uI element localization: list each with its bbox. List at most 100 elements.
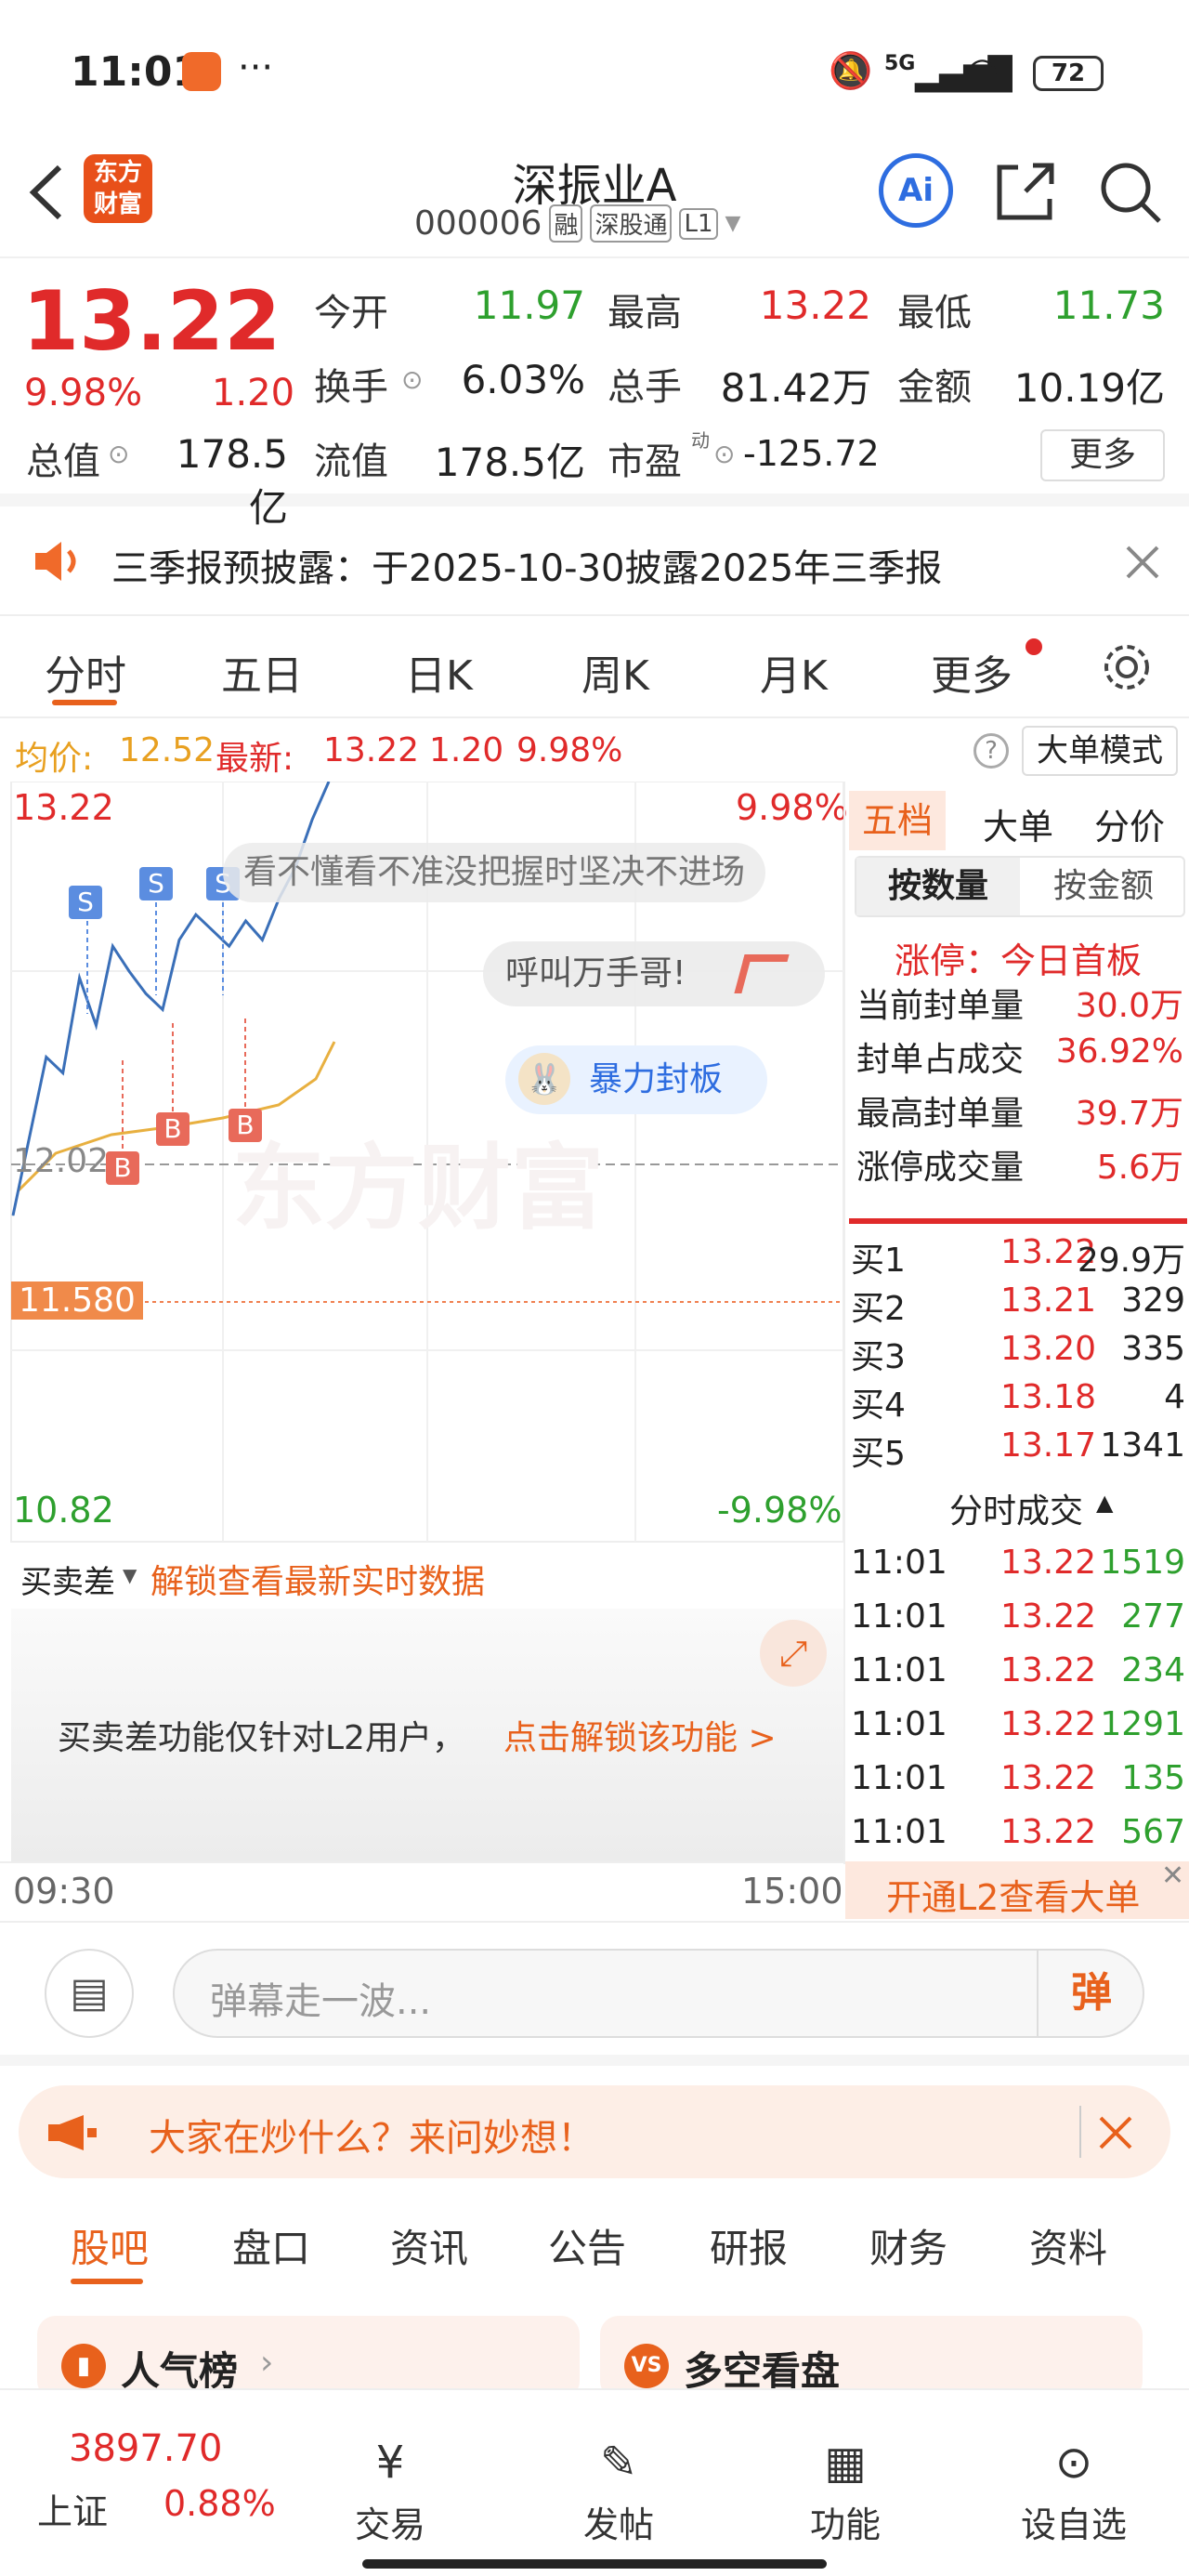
tab-price-distribution[interactable]: 分价 (1094, 798, 1165, 849)
battery-icon: 72 (1033, 56, 1104, 91)
tick-price: 13.22 (1000, 1813, 1096, 1851)
toggle-by-amount[interactable]: 按金额 (1022, 858, 1185, 915)
unlock-realtime-link[interactable]: 解锁查看最新实时数据 (150, 1555, 485, 1603)
tab-daily-k[interactable]: 日K (405, 642, 473, 702)
tick-price: 13.22 (1000, 1705, 1096, 1743)
index-value[interactable]: 3897.70 (69, 2427, 222, 2470)
l2-promo-bar[interactable]: 开通L2查看大单 ✕ (845, 1860, 1189, 1919)
nav-functions[interactable]: ▦ 功能 (799, 2437, 892, 2547)
top-percent-label: 9.98% (736, 787, 848, 828)
info-dot-icon-2[interactable]: ⊙ (108, 439, 129, 469)
close-promo-icon[interactable]: ✕ (1161, 1860, 1184, 1892)
buy-marker[interactable]: B (229, 1109, 262, 1142)
caret-up-icon[interactable]: ▲ (1096, 1490, 1113, 1516)
tick-row: 11:01 13.22 277 (845, 1597, 1189, 1646)
community-tabs: 股吧 盘口 资讯 公告 研报 财务 资料 (0, 2197, 1189, 2290)
danmu-settings-icon[interactable]: ▤ (45, 1949, 134, 2038)
subtab-2[interactable]: 资讯 (390, 2217, 468, 2274)
tab-big-orders[interactable]: 大单 (983, 798, 1053, 849)
subtab-0[interactable]: 股吧 (71, 2217, 149, 2274)
index-name[interactable]: 上证 (37, 2483, 108, 2534)
stat-label: 封单占成交 (856, 1041, 1025, 1079)
long-short-card[interactable]: VS 多空看盘 (600, 2316, 1143, 2399)
last-percent: 9.98% (516, 731, 623, 769)
danmu-send-button[interactable]: 弹 (1037, 1951, 1144, 2036)
close-icon[interactable] (1124, 544, 1161, 581)
danmu-input[interactable]: 弹幕走一波... 弹 (173, 1949, 1144, 2038)
expand-icon[interactable]: ⤢ (760, 1620, 827, 1687)
chart-bar-icon: ▮ (61, 2344, 106, 2388)
nav-post[interactable]: ✎ 发帖 (572, 2437, 665, 2547)
info-dot-icon[interactable]: ⊙ (401, 364, 423, 395)
share-icon[interactable] (990, 156, 1061, 227)
top-price-label: 13.22 (13, 787, 114, 828)
bid-volume: 329 (1121, 1281, 1185, 1320)
speaker-icon (35, 542, 76, 581)
tag-connect: 深股通 (590, 204, 673, 243)
bid-row[interactable]: 买1 13.22 29.9万 (845, 1233, 1189, 1281)
ask-miaoxiang-bar[interactable]: 大家在炒什么？来问妙想！ (19, 2085, 1170, 2178)
sell-marker[interactable]: S (69, 886, 102, 919)
nav-functions-label: 功能 (809, 2504, 881, 2545)
buy-marker[interactable]: B (156, 1112, 189, 1146)
popularity-card[interactable]: ▮ 人气榜 › (37, 2316, 580, 2399)
price-point (245, 920, 247, 922)
info-dot-icon-3[interactable]: ⊙ (713, 439, 735, 469)
brand-line2: 财富 (93, 191, 142, 218)
search-icon[interactable] (1094, 156, 1165, 227)
sell-marker[interactable]: S (139, 867, 173, 900)
unlock-feature-link[interactable]: 点击解锁该功能 > (503, 1711, 777, 1759)
help-icon[interactable]: ? (973, 733, 1009, 769)
tab-monthly-k[interactable]: 月K (760, 642, 828, 702)
nav-trade[interactable]: ¥ 交易 (344, 2437, 437, 2547)
intraday-chart[interactable]: 13.22 9.98% 12.02 11.580 10.82 -9.98% 东方… (0, 782, 848, 1544)
ai-assistant-icon[interactable]: Ai (879, 153, 953, 228)
tip-bubble[interactable]: 看不懂看不准没把握时坚决不进场 (223, 843, 766, 902)
subtab-4[interactable]: 研报 (710, 2217, 788, 2274)
subtab-3[interactable]: 公告 (548, 2217, 626, 2274)
bid-row[interactable]: 买5 13.17 1341 (845, 1426, 1189, 1475)
tick-price: 13.22 (1000, 1651, 1096, 1689)
nav-add-watchlist[interactable]: ⊙ 设自选 (1009, 2437, 1139, 2547)
price-point (79, 977, 81, 979)
spread-dropdown-icon[interactable]: ▼ (123, 1564, 137, 1586)
more-button[interactable]: 更多 (1040, 429, 1165, 481)
caret-down-icon[interactable]: ▼ (725, 212, 741, 235)
buy-marker[interactable]: B (106, 1151, 139, 1185)
spread-locked-area[interactable]: 买卖差功能仅针对L2用户， 点击解锁该功能 > ⤢ (11, 1609, 843, 1861)
limit-up-title: 涨停：今日首板 (894, 940, 1142, 981)
tab-intraday[interactable]: 分时 (45, 642, 126, 702)
nav-post-label: 发帖 (582, 2504, 654, 2545)
bid-row[interactable]: 买3 13.20 335 (845, 1330, 1189, 1378)
subtab-6[interactable]: 资料 (1029, 2217, 1107, 2274)
tab-weekly-k[interactable]: 周K (581, 642, 649, 702)
tab-five-day[interactable]: 五日 (221, 642, 303, 702)
subtab-5[interactable]: 财务 (869, 2217, 947, 2274)
settings-gear-icon[interactable] (1100, 640, 1154, 694)
announcement-banner[interactable]: 三季报预披露：于2025-10-30披露2025年三季报 (0, 506, 1189, 616)
order-book-panel: 五档 大单 分价 按数量 按金额 涨停：今日首板 当前封单量 30.0万 封单占成交… (843, 782, 1189, 1864)
close-icon[interactable] (1098, 2115, 1133, 2150)
amount-label: 金额 (897, 366, 972, 409)
mid-price-label: 12.02 (13, 1142, 110, 1180)
stat-label: 当前封单量 (856, 987, 1025, 1025)
big-order-mode-button[interactable]: 大单模式 (1022, 726, 1178, 776)
tick-row: 11:01 13.22 1291 (845, 1705, 1189, 1754)
cost-price-label[interactable]: 11.580 (11, 1281, 143, 1320)
tab-five-levels[interactable]: 五档 (849, 791, 946, 850)
back-icon[interactable] (22, 160, 69, 225)
bid-price: 13.17 (1000, 1426, 1096, 1465)
bid-row[interactable]: 买4 13.18 4 (845, 1378, 1189, 1426)
index-percent[interactable]: 0.88% (163, 2483, 276, 2524)
bid-row[interactable]: 买2 13.21 329 (845, 1281, 1189, 1330)
toggle-by-volume[interactable]: 按数量 (856, 858, 1020, 915)
subtab-1[interactable]: 盘口 (232, 2217, 310, 2274)
rabbit-avatar-icon: 🐰 (518, 1053, 570, 1105)
spread-label[interactable]: 买卖差 (20, 1557, 115, 1602)
l2-promo-text: 开通L2查看大单 (886, 1877, 1141, 1918)
spread-header: 买卖差 ▼ 解锁查看最新实时数据 (0, 1544, 843, 1609)
last-price: 13.22 (22, 273, 281, 369)
tick-row: 11:01 13.22 1519 (845, 1544, 1189, 1592)
tab-more[interactable]: 更多 (931, 642, 1013, 702)
tick-price: 13.22 (1000, 1759, 1096, 1797)
